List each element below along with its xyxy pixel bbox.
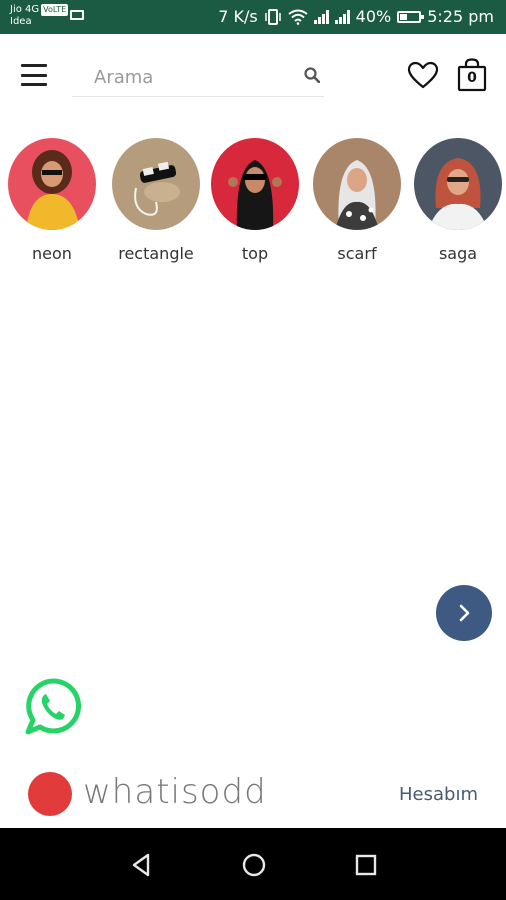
recents-icon[interactable] (351, 850, 381, 880)
carrier-info: Jio 4G VoLTE Idea (10, 4, 69, 28)
menu-button[interactable] (21, 64, 47, 86)
volte-badge: VoLTE (41, 4, 69, 16)
battery-percent: 40% (355, 7, 392, 26)
whatsapp-icon[interactable] (24, 678, 82, 736)
story-image-neon[interactable] (8, 138, 96, 230)
status-bar: Jio 4G VoLTE Idea 7 K/s 40% 5:25 pm (0, 0, 506, 34)
story-image-scarf[interactable] (313, 138, 401, 230)
back-icon[interactable] (126, 850, 156, 880)
cart-button[interactable]: 0 (457, 58, 487, 92)
story-label: saga (438, 244, 478, 263)
story-image-saga[interactable] (414, 138, 502, 230)
story-image-rectangle[interactable] (112, 138, 200, 230)
home-icon[interactable] (239, 850, 269, 880)
story-neon[interactable]: neon (7, 138, 97, 263)
story-label: rectangle (118, 244, 194, 263)
story-label: scarf (337, 244, 377, 263)
search-bar (72, 56, 324, 97)
story-label: neon (32, 244, 72, 263)
carrier-1: Jio 4G (10, 4, 40, 15)
carrier-2: Idea (10, 16, 32, 27)
signal-icon-1 (313, 9, 329, 24)
battery-icon (397, 10, 425, 23)
account-link[interactable]: Hesabım (399, 784, 478, 805)
story-saga[interactable]: saga (413, 138, 503, 263)
cart-count: 0 (467, 70, 477, 86)
screen-icon (70, 10, 84, 20)
clock: 5:25 pm (427, 7, 494, 26)
vibrate-icon (264, 8, 281, 25)
brand-name: whatisodd (83, 772, 267, 812)
stories-row: neon rectangle top scarf saga (0, 138, 506, 268)
search-input[interactable] (92, 62, 296, 92)
system-nav-bar (0, 828, 506, 900)
next-button[interactable] (436, 585, 492, 641)
favorites-heart-icon[interactable] (407, 61, 439, 89)
story-scarf[interactable]: scarf (312, 138, 402, 263)
search-icon[interactable] (304, 67, 320, 83)
signal-icon-2 (334, 9, 350, 24)
story-top[interactable]: top (210, 138, 300, 263)
story-label: top (241, 244, 269, 263)
chevron-right-icon (459, 604, 470, 622)
network-speed: 7 K/s (218, 7, 258, 26)
brand-logo-dot (28, 772, 72, 816)
wifi-icon (288, 9, 308, 25)
story-image-top[interactable] (211, 138, 299, 230)
story-rectangle[interactable]: rectangle (111, 138, 201, 263)
